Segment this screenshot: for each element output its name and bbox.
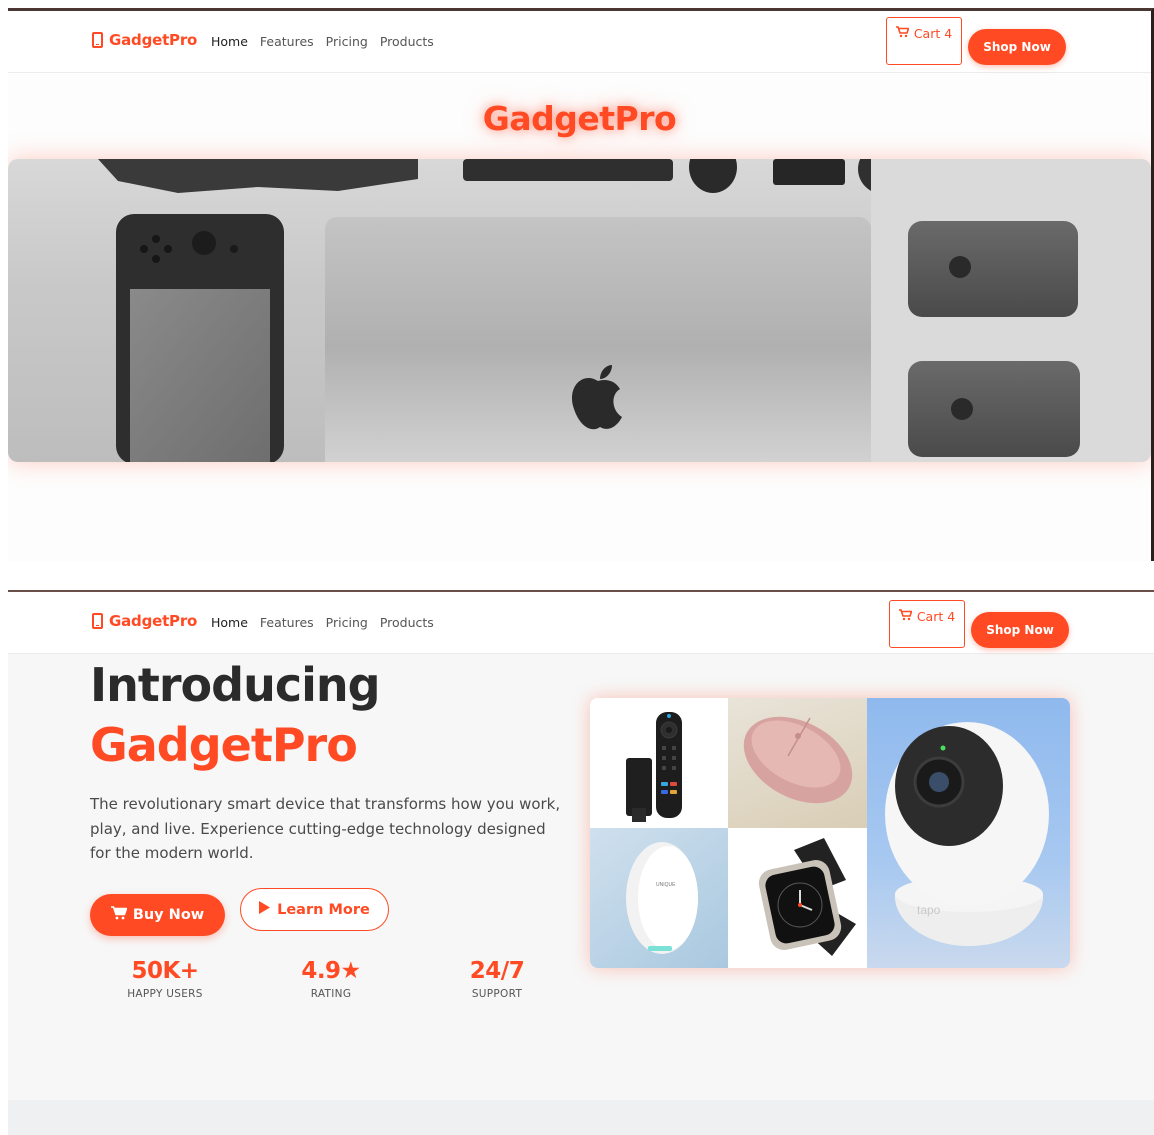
learn-more-label: Learn More [277, 901, 370, 918]
phone-icon [92, 32, 103, 48]
hub-brand-text: UNIQUE [656, 882, 676, 888]
hero-description: The revolutionary smart device that tran… [90, 795, 561, 862]
cart-label: Cart 4 [913, 26, 953, 41]
learn-more-button[interactable]: Learn More [240, 888, 389, 931]
play-icon [259, 901, 271, 918]
gadgets-banner-image [8, 159, 1151, 462]
stat-label: RATING [310, 988, 352, 1000]
hero-panel-intro: GadgetPro Home Features Pricing Products… [8, 590, 1154, 1135]
hero-title: GadgetPro [482, 99, 677, 138]
product-tile-smartwatch[interactable] [728, 828, 867, 968]
cart-label: Cart 4 [916, 609, 956, 624]
nav-link-products[interactable]: Products [380, 34, 434, 49]
nav-link-home[interactable]: Home [211, 615, 248, 630]
brand-logo[interactable]: GadgetPro [92, 31, 197, 49]
navbar: GadgetPro Home Features Pricing Products… [8, 592, 1154, 654]
cart-icon [110, 906, 128, 924]
nav-links: Home Features Pricing Products [211, 615, 434, 630]
product-tile-smart-hub[interactable]: UNIQUE [590, 828, 728, 968]
brand-name: GadgetPro [109, 31, 198, 49]
cart-icon [898, 609, 913, 647]
navbar: GadgetPro Home Features Pricing Products… [8, 11, 1151, 73]
buy-now-button[interactable]: Buy Now [90, 894, 225, 936]
hero-panel-banner: GadgetPro Home Features Pricing Products… [8, 8, 1154, 561]
cart-button[interactable]: Cart 4 [886, 17, 962, 65]
stat-value: 50K+ [131, 958, 199, 984]
hero-heading-line2: GadgetPro [90, 718, 358, 772]
nav-link-home[interactable]: Home [211, 34, 248, 49]
stat-label: SUPPORT [471, 988, 523, 1000]
product-tile-streaming-stick[interactable] [590, 698, 728, 828]
shop-now-button[interactable]: Shop Now [968, 29, 1066, 65]
cart-icon [895, 26, 910, 64]
stat-rating: 4.9★ RATING [256, 958, 406, 1000]
nav-link-products[interactable]: Products [380, 615, 434, 630]
product-tile-mouse[interactable] [728, 698, 867, 828]
stat-happy-users: 50K+ HAPPY USERS [90, 958, 240, 1000]
nav-link-pricing[interactable]: Pricing [326, 615, 368, 630]
nav-link-features[interactable]: Features [260, 615, 314, 630]
brand-name: GadgetPro [109, 612, 198, 630]
gadgets-photo [98, 159, 1151, 462]
nav-links: Home Features Pricing Products [211, 34, 434, 49]
stat-value: 24/7 [469, 958, 525, 984]
stat-label: HAPPY USERS [127, 988, 203, 1000]
cart-button[interactable]: Cart 4 [889, 600, 965, 648]
brand-logo[interactable]: GadgetPro [92, 612, 197, 630]
next-section-strip [8, 1100, 1154, 1135]
camera-brand-text: tapo [917, 903, 941, 917]
nav-link-features[interactable]: Features [260, 34, 314, 49]
product-tile-camera[interactable]: tapo [867, 698, 1070, 968]
hero-heading-line1: Introducing [90, 658, 381, 712]
stat-value: 4.9★ [301, 958, 361, 984]
product-collage: tapo UNIQUE [590, 698, 1070, 968]
stat-support: 24/7 SUPPORT [422, 958, 572, 1000]
phone-icon [92, 613, 103, 629]
shop-now-button[interactable]: Shop Now [971, 612, 1069, 648]
nav-link-pricing[interactable]: Pricing [326, 34, 368, 49]
buy-now-label: Buy Now [132, 907, 205, 923]
